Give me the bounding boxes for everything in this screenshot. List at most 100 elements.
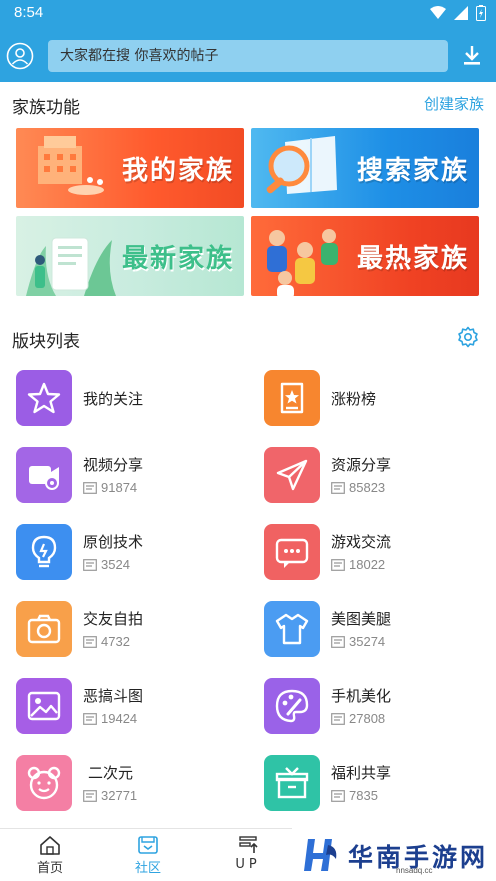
board-count-value: 91874 xyxy=(101,480,138,495)
banner-my-family[interactable]: 我的家族 xyxy=(16,128,244,208)
board-post-count: 4732 xyxy=(83,634,130,649)
chat-icon xyxy=(264,524,320,580)
tab-home[interactable]: 首页 xyxy=(10,835,90,876)
board-post-count: 32771 xyxy=(83,788,137,803)
comment-icon xyxy=(83,789,97,802)
board-count-value: 19424 xyxy=(101,711,138,726)
banner-label: 最热家族 xyxy=(356,244,469,274)
banner-magnifier-illustration xyxy=(266,136,337,194)
status-bar: 8:54 xyxy=(0,0,496,28)
board-count-value: 27808 xyxy=(349,711,386,726)
status-time: 8:54 xyxy=(14,4,44,21)
board-name: 恶搞斗图 xyxy=(83,687,144,705)
create-family-link[interactable]: 创建家族 xyxy=(424,93,484,114)
board-name: 涨粉榜 xyxy=(331,390,377,408)
board-count-value: 85823 xyxy=(349,480,386,495)
palette-icon xyxy=(264,678,320,734)
board-post-count: 7835 xyxy=(331,788,378,803)
star-icon xyxy=(16,370,72,426)
image-icon xyxy=(16,678,72,734)
banner-label: 搜索家族 xyxy=(356,156,469,186)
board-item-welfare-share[interactable]: 福利共享 7835 xyxy=(264,755,494,813)
board-post-count: 19424 xyxy=(83,711,137,726)
board-name: 视频分享 xyxy=(83,456,144,474)
board-post-count: 27808 xyxy=(331,711,385,726)
board-name: 原创技术 xyxy=(83,533,144,551)
battery-icon xyxy=(476,5,486,21)
board-name: 二次元 xyxy=(88,764,134,782)
upload-icon xyxy=(239,836,258,853)
video-icon xyxy=(16,447,72,503)
shirt-icon xyxy=(264,601,320,657)
board-item-anime[interactable]: 二次元 32771 xyxy=(16,755,246,813)
board-name: 交友自拍 xyxy=(83,610,144,628)
watermark-url: hnsadq.cc xyxy=(396,866,433,875)
banner-label: 最新家族 xyxy=(121,244,234,274)
board-post-count: 91874 xyxy=(83,480,137,495)
comment-icon xyxy=(331,789,345,802)
comment-icon xyxy=(331,712,345,725)
board-post-count: 18022 xyxy=(331,557,385,572)
banner-newest-family[interactable]: 最新家族 xyxy=(16,216,244,296)
board-item-game-talk[interactable]: 游戏交流 18022 xyxy=(264,524,494,582)
home-icon xyxy=(40,836,60,855)
banner-label: 我的家族 xyxy=(121,156,234,186)
comment-icon xyxy=(83,558,97,571)
board-post-count: 85823 xyxy=(331,480,385,495)
gift-icon xyxy=(264,755,320,811)
board-item-beauty-pics[interactable]: 美图美腿 35274 xyxy=(264,601,494,659)
board-post-count: 3524 xyxy=(83,557,130,572)
bulb-icon xyxy=(16,524,72,580)
tab-up-label: UP xyxy=(235,857,261,872)
board-item-resource-share[interactable]: 资源分享 85823 xyxy=(264,447,494,505)
user-avatar-icon[interactable] xyxy=(6,42,34,70)
tab-community-label: 社区 xyxy=(134,861,161,876)
send-icon xyxy=(264,447,320,503)
board-name: 美图美腿 xyxy=(331,610,392,628)
banner-plant-illustration xyxy=(26,237,116,296)
banner-building-illustration xyxy=(38,136,104,195)
comment-icon xyxy=(331,635,345,648)
signal-icon xyxy=(454,6,468,20)
ranking-icon xyxy=(264,370,320,426)
board-count-value: 4732 xyxy=(101,634,130,649)
search-input[interactable]: 大家都在搜 你喜欢的帖子 xyxy=(48,40,448,72)
board-count-value: 18022 xyxy=(349,557,386,572)
board-item-original-tech[interactable]: 原创技术 3524 xyxy=(16,524,246,582)
gear-icon[interactable] xyxy=(457,326,479,348)
board-name: 福利共享 xyxy=(331,764,392,782)
wifi-icon xyxy=(430,6,446,19)
tab-up[interactable]: UP xyxy=(208,835,288,872)
comment-icon xyxy=(83,635,97,648)
tab-community[interactable]: 社区 xyxy=(108,835,188,876)
board-count-value: 3524 xyxy=(101,557,130,572)
tab-home-label: 首页 xyxy=(36,861,63,876)
board-name: 我的关注 xyxy=(83,390,144,408)
bear-icon xyxy=(16,755,72,811)
system-icons xyxy=(430,5,486,21)
top-bar: 大家都在搜 你喜欢的帖子 xyxy=(0,28,496,82)
community-icon xyxy=(138,836,158,854)
download-icon[interactable] xyxy=(460,43,484,67)
banner-search-family[interactable]: 搜索家族 xyxy=(251,128,479,208)
board-item-funny-memes[interactable]: 恶搞斗图 19424 xyxy=(16,678,246,736)
board-item-phone-themes[interactable]: 手机美化 27808 xyxy=(264,678,494,736)
camera-icon xyxy=(16,601,72,657)
comment-icon xyxy=(331,558,345,571)
board-count-value: 32771 xyxy=(101,788,138,803)
board-item-video-share[interactable]: 视频分享 91874 xyxy=(16,447,246,505)
board-item-fan-ranking[interactable]: 涨粉榜 xyxy=(264,370,494,428)
comment-icon xyxy=(83,712,97,725)
board-item-friends-selfie[interactable]: 交友自拍 4732 xyxy=(16,601,246,659)
board-item-my-follows[interactable]: 我的关注 xyxy=(16,370,246,428)
banner-crowd-illustration xyxy=(267,229,338,296)
watermark: 华南手游网 hnsadq.cc xyxy=(292,828,496,881)
board-name: 游戏交流 xyxy=(331,533,392,551)
comment-icon xyxy=(331,481,345,494)
watermark-logo-icon xyxy=(304,839,337,871)
board-count-value: 7835 xyxy=(349,788,378,803)
banner-hottest-family[interactable]: 最热家族 xyxy=(251,216,479,296)
board-name: 手机美化 xyxy=(331,687,392,705)
board-count-value: 35274 xyxy=(349,634,386,649)
boards-section-title: 版块列表 xyxy=(12,332,80,352)
